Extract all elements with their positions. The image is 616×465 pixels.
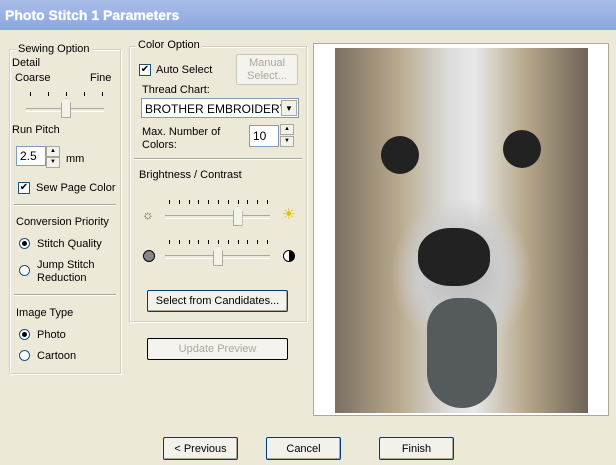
high-contrast-icon	[283, 250, 295, 262]
slider-tick	[84, 92, 85, 96]
slider-tick	[237, 200, 239, 204]
auto-select-checkbox[interactable]: ✔	[139, 64, 151, 76]
run-pitch-input[interactable]: 2.5	[16, 146, 46, 166]
run-pitch-label: Run Pitch	[12, 124, 60, 136]
slider-tick	[237, 240, 239, 244]
slider-thumb[interactable]	[61, 98, 71, 118]
dog-eye	[381, 136, 419, 174]
run-pitch-down[interactable]: ▼	[46, 157, 60, 168]
slider-tick	[227, 200, 229, 204]
cartoon-label: Cartoon	[37, 350, 77, 362]
stitch-quality-radio[interactable]	[19, 238, 30, 249]
dog-eye	[503, 130, 541, 168]
slider-tick	[198, 240, 200, 244]
slider-thumb[interactable]	[213, 246, 223, 266]
previous-button[interactable]: < Previous	[163, 437, 238, 460]
stitch-quality-label: Stitch Quality	[37, 238, 102, 250]
divider	[14, 294, 116, 296]
color-option-legend: Color Option	[136, 39, 202, 51]
slider-tick	[257, 200, 259, 204]
slider-tick	[188, 200, 190, 204]
preview-frame	[313, 43, 609, 416]
max-colors-up[interactable]: ▲	[280, 124, 294, 135]
max-colors-label: Max. Number of	[142, 126, 221, 138]
slider-tick	[102, 92, 103, 96]
dog-tongue	[427, 298, 497, 408]
slider-tick	[178, 240, 180, 244]
dim-sun-icon: ☼	[142, 207, 154, 222]
brightness-contrast-label: Brightness / Contrast	[139, 169, 242, 181]
coarse-label: Coarse	[15, 72, 51, 84]
sew-page-color-label: Sew Page Color	[36, 182, 116, 194]
jump-stitch-radio[interactable]	[19, 265, 30, 276]
bright-sun-icon: ☀	[282, 206, 296, 223]
image-type-label: Image Type	[16, 307, 74, 319]
conversion-priority-label: Conversion Priority	[16, 216, 109, 228]
thread-chart-label: Thread Chart:	[142, 84, 210, 96]
slider-tick	[30, 92, 31, 96]
low-contrast-icon	[143, 250, 155, 262]
slider-tick	[247, 240, 249, 244]
max-colors-down[interactable]: ▼	[280, 136, 294, 147]
contrast-slider[interactable]	[165, 240, 271, 266]
mm-unit: mm	[66, 153, 85, 165]
update-preview-button[interactable]: Update Preview	[147, 338, 288, 360]
slider-tick	[267, 200, 268, 204]
manual-select-button[interactable]: Manual Select...	[236, 54, 298, 85]
chevron-down-icon[interactable]: ▼	[281, 100, 297, 116]
cartoon-radio[interactable]	[19, 350, 30, 361]
slider-tick	[218, 200, 219, 204]
run-pitch-up[interactable]: ▲	[46, 146, 60, 157]
slider-thumb[interactable]	[232, 206, 243, 226]
finish-button[interactable]: Finish	[379, 437, 454, 460]
auto-select-label: Auto Select	[156, 64, 213, 76]
slider-tick	[208, 240, 210, 244]
sew-page-color-checkbox[interactable]: ✔	[18, 182, 30, 194]
slider-tick	[188, 240, 190, 244]
divider	[134, 158, 302, 160]
jump-stitch-label-2: Reduction	[37, 272, 87, 284]
divider	[14, 204, 116, 206]
sewing-option-legend: Sewing Option	[16, 43, 92, 55]
slider-tick	[227, 240, 229, 244]
max-colors-label-2: Colors:	[142, 139, 177, 151]
select-from-candidates-button[interactable]: Select from Candidates...	[147, 290, 288, 312]
dog-nose	[418, 228, 490, 286]
thread-chart-select[interactable]: BROTHER EMBROIDERY	[141, 98, 299, 118]
max-colors-input[interactable]: 10	[249, 125, 279, 147]
photo-radio[interactable]	[19, 329, 30, 340]
slider-tick	[48, 92, 49, 96]
slider-tick	[169, 240, 170, 244]
slider-tick	[208, 200, 210, 204]
jump-stitch-label: Jump Stitch	[37, 259, 95, 271]
title-bar: Photo Stitch 1 Parameters	[0, 0, 616, 30]
slider-tick	[218, 240, 219, 244]
slider-tick	[169, 200, 170, 204]
detail-label: Detail	[12, 57, 41, 69]
photo-label: Photo	[37, 329, 66, 341]
fine-label: Fine	[90, 72, 112, 84]
detail-slider[interactable]	[26, 92, 106, 118]
slider-tick	[247, 200, 249, 204]
embroidery-preview-image	[335, 48, 588, 413]
slider-tick	[198, 200, 200, 204]
slider-tick	[267, 240, 268, 244]
brightness-slider[interactable]	[165, 200, 271, 226]
cancel-button[interactable]: Cancel	[266, 437, 341, 460]
slider-tick	[257, 240, 259, 244]
slider-tick	[66, 92, 67, 96]
slider-tick	[178, 200, 180, 204]
